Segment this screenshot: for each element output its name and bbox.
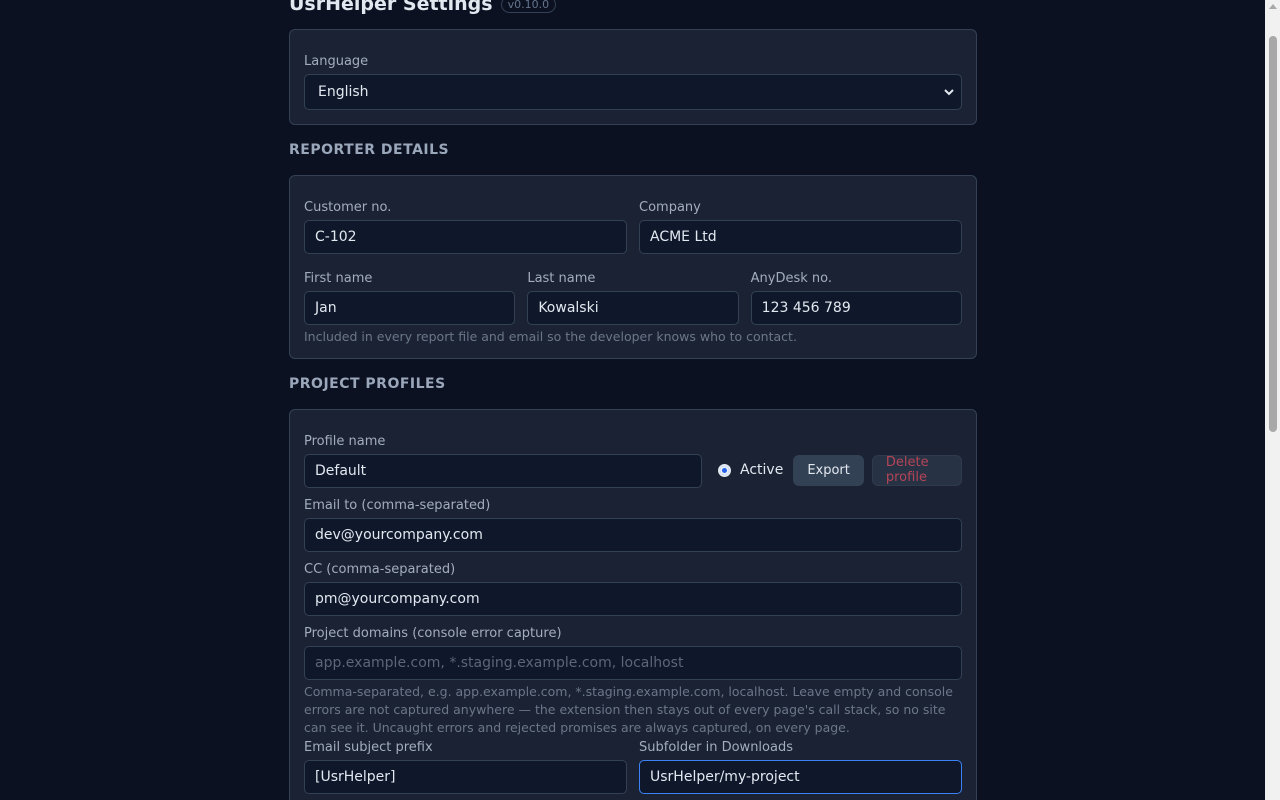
company-label: Company <box>639 200 701 215</box>
profile-name-input[interactable]: Default <box>304 454 702 488</box>
cc-input[interactable]: pm@yourcompany.com <box>304 582 962 616</box>
settings-page: UsrHelper Settings v0.10.0 Language Engl… <box>289 0 977 800</box>
subfolder-label: Subfolder in Downloads <box>639 740 793 755</box>
first-name-input[interactable]: Jan <box>304 291 516 325</box>
active-label: Active <box>740 462 784 478</box>
domains-label: Project domains (console error capture) <box>304 626 562 641</box>
language-card: Language English <box>289 29 977 125</box>
anydesk-input[interactable]: 123 456 789 <box>750 291 962 325</box>
cc-label: CC (comma-separated) <box>304 562 456 577</box>
last-name-label: Last name <box>527 271 596 286</box>
email-to-input[interactable]: dev@yourcompany.com <box>304 518 962 552</box>
subfolder-input[interactable]: UsrHelper/my-project <box>639 760 962 794</box>
vertical-scrollbar[interactable] <box>1265 0 1280 800</box>
reporter-hint: Included in every report file and email … <box>304 329 797 344</box>
active-toggle[interactable]: Active <box>718 462 783 478</box>
version-badge: v0.10.0 <box>500 0 557 13</box>
export-button[interactable]: Export <box>793 454 864 486</box>
anydesk-label: AnyDesk no. <box>750 271 833 286</box>
language-select[interactable]: English <box>304 74 962 110</box>
subject-prefix-input[interactable]: [UsrHelper] <box>304 760 627 794</box>
page-title: UsrHelper Settings <box>289 0 493 15</box>
reporter-card: Customer no. C-102 Company ACME Ltd Firs… <box>289 175 977 359</box>
scroll-up-icon[interactable] <box>1269 4 1277 9</box>
first-name-label: First name <box>304 271 373 286</box>
customer-no-label: Customer no. <box>304 200 392 215</box>
last-name-input[interactable]: Kowalski <box>527 291 739 325</box>
email-to-label: Email to (comma-separated) <box>304 498 491 513</box>
scroll-thumb[interactable] <box>1269 36 1277 432</box>
delete-profile-button[interactable]: Delete profile <box>871 454 962 486</box>
chevron-down-icon <box>944 89 954 96</box>
profile-name-label: Profile name <box>304 434 386 449</box>
reporter-section-title: REPORTER DETAILS <box>289 142 450 158</box>
subject-prefix-label: Email subject prefix <box>304 740 433 755</box>
domains-hint: Comma-separated, e.g. app.example.com, *… <box>304 684 953 735</box>
company-input[interactable]: ACME Ltd <box>639 220 962 254</box>
profiles-section-title: PROJECT PROFILES <box>289 376 446 392</box>
language-value: English <box>318 84 369 100</box>
language-label: Language <box>304 54 369 69</box>
customer-no-input[interactable]: C-102 <box>304 220 627 254</box>
page-header: UsrHelper Settings v0.10.0 <box>289 0 977 20</box>
profiles-card: Profile name Default Active Export Delet… <box>289 409 977 800</box>
domains-input[interactable]: app.example.com, *.staging.example.com, … <box>304 646 962 680</box>
active-radio[interactable] <box>718 463 731 477</box>
